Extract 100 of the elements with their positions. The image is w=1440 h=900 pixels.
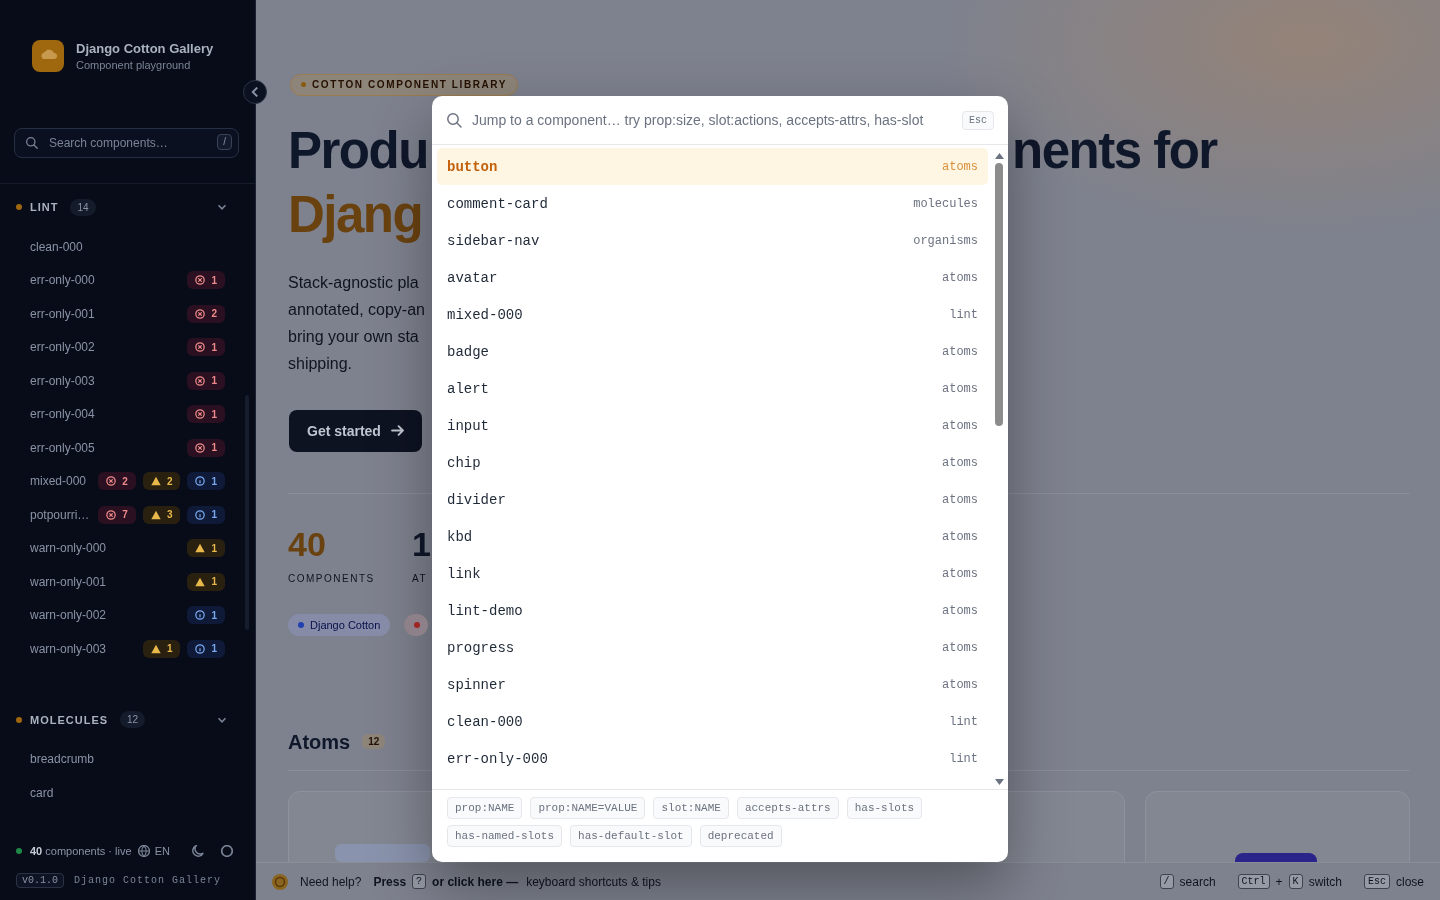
result-item[interactable]: kbd atoms bbox=[437, 518, 988, 555]
filter-token[interactable]: prop:NAME=VALUE bbox=[530, 797, 646, 819]
filter-token[interactable]: accepts-attrs bbox=[736, 797, 839, 819]
result-item[interactable]: progress atoms bbox=[437, 629, 988, 666]
component-name: lint-demo bbox=[447, 602, 523, 619]
escape-key[interactable]: Esc bbox=[962, 110, 994, 130]
component-name: alert bbox=[447, 380, 489, 397]
component-name: link bbox=[447, 565, 481, 582]
section-header[interactable]: LINT 14 bbox=[0, 195, 255, 219]
filter-token[interactable]: deprecated bbox=[699, 825, 782, 847]
item-label: warn-only-001 bbox=[30, 574, 107, 589]
globe-icon bbox=[137, 845, 150, 857]
result-item[interactable]: divider atoms bbox=[437, 481, 988, 518]
scroll-down-icon[interactable] bbox=[994, 779, 1004, 785]
warning-icon bbox=[195, 543, 206, 554]
section-header[interactable]: MOLECULES 12 bbox=[0, 707, 255, 732]
warning-icon bbox=[150, 643, 161, 654]
result-item[interactable]: clean-000 lint bbox=[437, 703, 988, 740]
section-count: 14 bbox=[70, 198, 96, 216]
badge-count: 1 bbox=[211, 509, 217, 521]
sidebar-item[interactable]: err-only-004 1 bbox=[0, 397, 255, 431]
sidebar-item[interactable]: err-only-002 1 bbox=[0, 330, 255, 364]
status-text: 40 components · live bbox=[30, 845, 132, 857]
sidebar-item[interactable]: warn-only-002 1 bbox=[0, 598, 255, 632]
item-label: err-only-000 bbox=[30, 273, 95, 288]
info-icon bbox=[195, 643, 206, 654]
result-item[interactable]: err-only-000 lint bbox=[437, 740, 988, 777]
sidebar-item[interactable]: warn-only-003 1 1 bbox=[0, 632, 255, 666]
status-dot-icon bbox=[16, 848, 22, 854]
badge-count: 1 bbox=[211, 442, 217, 454]
result-item[interactable]: button atoms bbox=[437, 148, 988, 185]
filter-token[interactable]: has-default-slot bbox=[570, 825, 692, 847]
badge-count: 1 bbox=[211, 408, 217, 420]
filter-token[interactable]: has-slots bbox=[846, 797, 923, 819]
result-item[interactable]: avatar atoms bbox=[437, 259, 988, 296]
help-text: Press bbox=[373, 874, 407, 889]
filter-token[interactable]: has-named-slots bbox=[447, 825, 563, 847]
sidebar-item[interactable]: clean-000 bbox=[0, 230, 255, 264]
error-icon bbox=[195, 409, 206, 420]
sidebar-item[interactable]: mixed-000 2 2 1 bbox=[0, 464, 255, 498]
search-input[interactable]: Jump to a component… try prop:size, slot:actions, accepts-attrs, has-slot bbox=[472, 112, 952, 128]
result-item[interactable]: link atoms bbox=[437, 555, 988, 592]
scrollbar-thumb[interactable] bbox=[995, 163, 1003, 426]
category-label: atoms bbox=[942, 603, 978, 618]
component-name: badge bbox=[447, 343, 489, 360]
moon-icon[interactable] bbox=[192, 845, 204, 857]
sidebar-item[interactable]: potpourri… 7 3 1 bbox=[0, 498, 255, 532]
result-item[interactable]: comment-card molecules bbox=[437, 185, 988, 222]
section-title: LINT bbox=[30, 201, 59, 213]
headline-text: Djang bbox=[288, 184, 423, 245]
warning-icon bbox=[150, 509, 161, 520]
badge-count: 1 bbox=[211, 576, 217, 588]
sidebar-item[interactable]: breadcrumb bbox=[0, 742, 255, 776]
sidebar-item[interactable]: warn-only-001 1 bbox=[0, 565, 255, 599]
badge-count: 7 bbox=[122, 509, 128, 521]
filter-token[interactable]: prop:NAME bbox=[447, 797, 523, 819]
warning-icon bbox=[195, 576, 206, 587]
sidebar-item[interactable]: err-only-005 1 bbox=[0, 431, 255, 465]
item-label: clean-000 bbox=[30, 239, 83, 254]
badge-count: 1 bbox=[211, 475, 217, 487]
sidebar-item[interactable]: card bbox=[0, 776, 255, 810]
scroll-up-icon[interactable] bbox=[994, 153, 1004, 159]
collapse-button[interactable] bbox=[243, 80, 267, 104]
result-item[interactable]: chip atoms bbox=[437, 444, 988, 481]
help-link[interactable]: or click here — bbox=[432, 874, 519, 889]
version-badge: v0.1.0 bbox=[16, 872, 64, 888]
intro-paragraph: Stack-agnostic pla annotated, copy-an bring your own sta shipping. bbox=[288, 272, 425, 374]
item-label: breadcrumb bbox=[30, 752, 95, 767]
badge-count: 1 bbox=[211, 542, 217, 554]
category-label: atoms bbox=[942, 344, 978, 359]
dot-icon bbox=[301, 82, 306, 87]
shortcut-label: close bbox=[1396, 874, 1424, 889]
badge-count: 1 bbox=[211, 643, 217, 655]
section-title: MOLECULES bbox=[30, 713, 109, 726]
component-name: mixed-000 bbox=[447, 306, 523, 323]
language-button[interactable]: EN bbox=[137, 845, 170, 857]
item-label: err-only-001 bbox=[30, 306, 95, 321]
result-item[interactable]: mixed-000 lint bbox=[437, 296, 988, 333]
result-item[interactable]: badge atoms bbox=[437, 333, 988, 370]
component-name: chip bbox=[447, 454, 481, 471]
app-name: Django Cotton Gallery bbox=[74, 874, 222, 886]
sidebar-item[interactable]: err-only-003 1 bbox=[0, 364, 255, 398]
filter-token[interactable]: slot:NAME bbox=[653, 797, 729, 819]
badge-count: 1 bbox=[211, 375, 217, 387]
category-label: atoms bbox=[942, 159, 978, 174]
item-label: err-only-003 bbox=[30, 373, 95, 388]
info-icon bbox=[195, 610, 206, 621]
result-item[interactable]: input atoms bbox=[437, 407, 988, 444]
sidebar-item[interactable]: err-only-000 1 bbox=[0, 263, 255, 297]
result-item[interactable]: lint-demo atoms bbox=[437, 592, 988, 629]
section-dot-icon bbox=[16, 716, 22, 723]
category-label: lint bbox=[949, 714, 978, 729]
result-item[interactable]: sidebar-nav organisms bbox=[437, 222, 988, 259]
sidebar-item[interactable]: err-only-001 2 bbox=[0, 297, 255, 331]
result-item[interactable]: alert atoms bbox=[437, 370, 988, 407]
hint-text: keyboard shortcuts & tips bbox=[526, 874, 661, 889]
sidebar-item[interactable]: warn-only-000 1 bbox=[0, 531, 255, 565]
badge-count: 1 bbox=[211, 341, 217, 353]
result-item[interactable]: spinner atoms bbox=[437, 666, 988, 703]
get-started-button[interactable]: Get started bbox=[289, 409, 422, 452]
